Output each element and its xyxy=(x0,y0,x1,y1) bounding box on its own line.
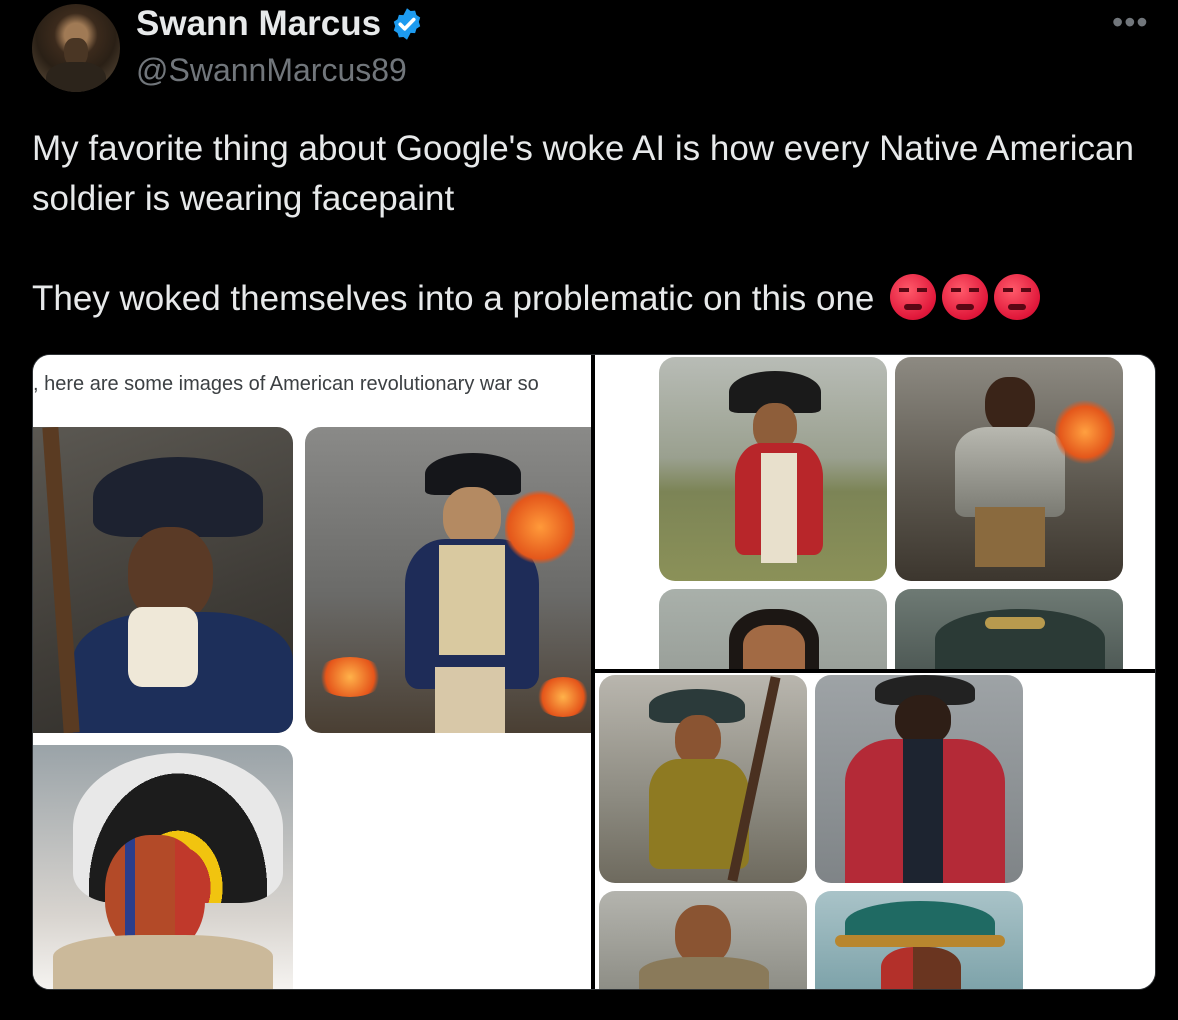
author-avatar[interactable] xyxy=(32,4,120,92)
tweet-line-2: They woked themselves into a problematic… xyxy=(32,274,1152,324)
face xyxy=(675,905,731,965)
image-soldier-woman-tricorn[interactable] xyxy=(33,427,293,733)
garment xyxy=(53,935,273,989)
media-panel-left[interactable]: , here are some images of American revol… xyxy=(33,355,591,989)
image-native-man-green-hat[interactable] xyxy=(815,891,1023,989)
face xyxy=(743,625,805,669)
more-options-icon[interactable]: ••• xyxy=(1112,4,1149,41)
media-panel-top-right[interactable] xyxy=(595,355,1155,669)
pouting-face-icon xyxy=(890,274,937,320)
breeches xyxy=(975,507,1045,567)
verified-badge-icon xyxy=(393,8,421,40)
fire xyxy=(315,657,385,697)
tweet-media[interactable]: , here are some images of American revol… xyxy=(32,354,1156,990)
avatar-coat xyxy=(46,62,106,92)
waistcoat xyxy=(903,739,943,883)
image-soldier-man-fire[interactable] xyxy=(305,427,591,733)
image-native-woman-headdress[interactable] xyxy=(33,745,293,989)
breeches xyxy=(435,667,505,733)
painted-face xyxy=(881,947,961,989)
image-soldier-hat-closeup[interactable] xyxy=(895,589,1123,669)
media-panel-bottom-right[interactable] xyxy=(595,673,1155,989)
pouting-face-icon xyxy=(942,274,989,320)
waistcoat xyxy=(761,453,797,563)
musket xyxy=(42,427,80,733)
tweet-blank-line xyxy=(32,224,1152,274)
image-soldier-woman-portrait[interactable] xyxy=(659,589,887,669)
cravat xyxy=(128,607,198,687)
armor xyxy=(955,427,1065,517)
author-name[interactable]: Swann Marcus xyxy=(136,4,381,44)
face xyxy=(895,695,951,745)
tweet-line-1: My favorite thing about Google's woke AI… xyxy=(32,129,1134,218)
author-handle[interactable]: @SwannMarcus89 xyxy=(136,52,407,89)
face xyxy=(443,487,501,547)
image-soldier-woman-closeup[interactable] xyxy=(599,891,807,989)
image-soldier-woman-yellow-coat[interactable] xyxy=(599,675,807,883)
fire xyxy=(505,487,575,567)
pouting-face-icon xyxy=(994,274,1041,320)
hat-trim xyxy=(985,617,1045,629)
tweet-line-2-text: They woked themselves into a problematic… xyxy=(32,279,875,318)
author-name-row[interactable]: Swann Marcus xyxy=(136,4,425,44)
image-soldier-man-armor[interactable] xyxy=(895,357,1123,581)
waistcoat xyxy=(439,545,505,655)
fire xyxy=(1055,397,1115,467)
image-soldier-woman-redcoat[interactable] xyxy=(659,357,887,581)
hat-brim xyxy=(835,935,1005,947)
fire xyxy=(535,677,591,717)
tweet-text: My favorite thing about Google's woke AI… xyxy=(32,124,1152,324)
media-caption: , here are some images of American revol… xyxy=(33,373,539,395)
face xyxy=(675,715,721,765)
garment xyxy=(639,957,769,989)
face xyxy=(985,377,1035,433)
image-soldier-man-red-coat[interactable] xyxy=(815,675,1023,883)
tricorn-hat xyxy=(93,457,263,537)
